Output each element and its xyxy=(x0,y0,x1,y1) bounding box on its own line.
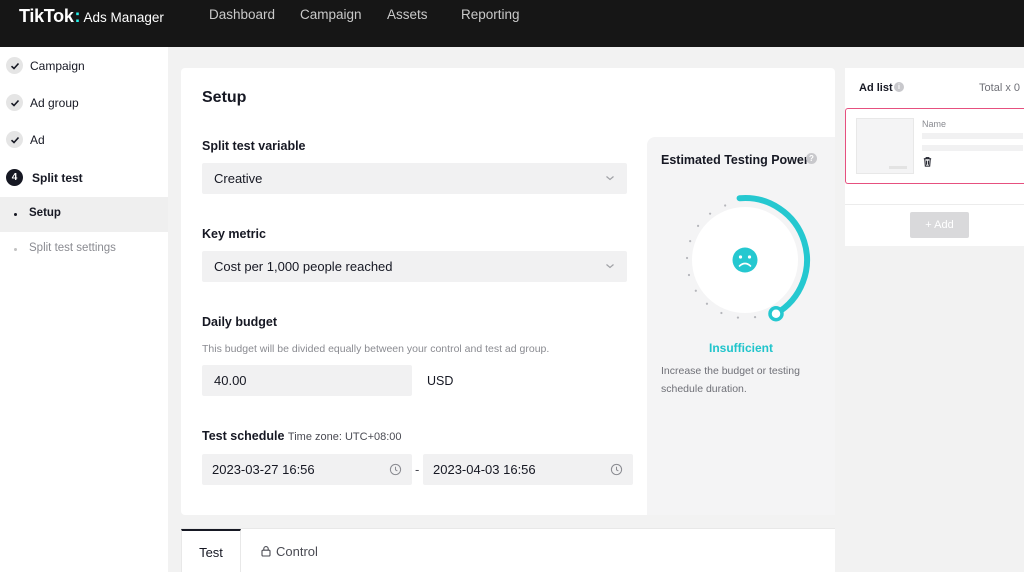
testing-power-description: Increase the budget or testing schedule … xyxy=(661,365,800,395)
split-test-variable-select[interactable]: Creative xyxy=(202,163,627,194)
key-metric-select[interactable]: Cost per 1,000 people reached xyxy=(202,251,627,282)
start-date-value: 2023-03-27 16:56 xyxy=(212,462,315,477)
schedule-label-text: Test schedule xyxy=(202,429,285,443)
clock-icon xyxy=(610,463,623,476)
testing-power-gauge xyxy=(685,195,810,322)
step-label: Split test xyxy=(32,171,83,185)
brand-colon: : xyxy=(74,6,81,26)
sidebar-substep-split-test-settings[interactable]: Split test settings xyxy=(0,232,168,267)
gauge-track-dot xyxy=(696,224,700,228)
step-label: Campaign xyxy=(30,59,85,73)
end-date-picker[interactable]: 2023-04-03 16:56 xyxy=(423,454,633,485)
ad-name-placeholder-line xyxy=(922,133,1023,139)
gauge-track-dot xyxy=(687,273,691,277)
brand-name: TikTok xyxy=(19,6,74,26)
step-number-badge: 4 xyxy=(6,169,23,186)
ad-group-tabs: Test Control xyxy=(181,528,835,572)
timezone-label: Time zone: UTC+08:00 xyxy=(287,431,402,443)
sidebar-step-campaign[interactable]: Campaign xyxy=(0,48,168,84)
gauge-track-dot xyxy=(753,316,757,319)
add-ad-button[interactable]: + Add xyxy=(910,212,969,238)
testing-power-panel: Estimated Testing Power ? Insufficient I… xyxy=(647,137,835,515)
date-range-separator: - xyxy=(415,462,420,477)
nav-campaign[interactable]: Campaign xyxy=(300,7,362,22)
step-label: Ad group xyxy=(30,96,79,110)
tab-test[interactable]: Test xyxy=(181,529,241,572)
ad-card[interactable]: Name xyxy=(845,108,1024,184)
sidebar-step-split-test[interactable]: 4 Split test xyxy=(0,160,168,196)
brand-logo[interactable]: TikTok : Ads Manager xyxy=(19,6,164,27)
gauge-track-dot xyxy=(736,316,740,319)
check-icon xyxy=(6,131,23,148)
check-icon xyxy=(6,57,23,74)
tab-control[interactable]: Control xyxy=(260,529,318,572)
gauge-track-dot xyxy=(724,204,727,207)
gauge-track-dot xyxy=(685,256,689,260)
gauge-track-dot xyxy=(720,311,723,315)
substep-label: Split test settings xyxy=(29,242,116,254)
gauge-track-dot xyxy=(689,240,692,243)
sad-face-icon xyxy=(732,247,758,273)
sidebar-step-ad-group[interactable]: Ad group xyxy=(0,85,168,121)
gauge-track-dot xyxy=(705,302,709,305)
daily-budget-label: Daily budget xyxy=(202,315,278,329)
sidebar-substep-setup[interactable]: Setup xyxy=(0,197,168,232)
top-bar: TikTok : Ads Manager Dashboard Campaign … xyxy=(0,0,1024,47)
chevron-down-icon xyxy=(606,176,614,181)
sidebar-step-ad[interactable]: Ad xyxy=(0,122,168,158)
daily-budget-input[interactable]: 40.00 xyxy=(202,365,412,396)
page-title: Setup xyxy=(202,89,247,106)
info-icon[interactable]: i xyxy=(894,82,904,92)
end-date-value: 2023-04-03 16:56 xyxy=(433,462,536,477)
select-value: Cost per 1,000 people reached xyxy=(214,259,393,274)
check-icon xyxy=(6,94,23,111)
select-value: Creative xyxy=(214,171,263,186)
product-name: Ads Manager xyxy=(83,10,164,25)
ad-total-count: Total x 0 xyxy=(979,82,1020,94)
currency-label: USD xyxy=(427,374,454,388)
ad-thumbnail-placeholder xyxy=(856,118,914,174)
nav-reporting[interactable]: Reporting xyxy=(461,7,520,22)
chevron-down-icon xyxy=(606,264,614,269)
budget-value: 40.00 xyxy=(214,373,247,388)
tab-control-label: Control xyxy=(276,543,318,559)
trash-icon[interactable] xyxy=(922,156,933,167)
ad-list-title: Ad list xyxy=(859,82,893,94)
lock-icon xyxy=(261,546,271,557)
gauge-track-dot xyxy=(694,289,697,292)
gauge-knob xyxy=(768,305,784,322)
nav-dashboard[interactable]: Dashboard xyxy=(209,7,275,22)
setup-card: Setup Split test variable Creative Key m… xyxy=(181,68,835,515)
start-date-picker[interactable]: 2023-03-27 16:56 xyxy=(202,454,412,485)
ad-name-label: Name xyxy=(922,119,947,129)
nav-assets[interactable]: Assets xyxy=(387,7,428,22)
step-label: Ad xyxy=(30,133,45,147)
key-metric-label: Key metric xyxy=(202,227,266,241)
substep-label: Setup xyxy=(29,207,61,219)
split-test-variable-label: Split test variable xyxy=(202,139,306,153)
budget-hint: This budget will be divided equally betw… xyxy=(202,343,550,355)
bullet-icon xyxy=(14,248,17,251)
ad-list-panel: Ad list i Total x 0 Name + Add xyxy=(845,68,1024,246)
gauge-track-dot xyxy=(708,212,712,215)
ad-name-placeholder-line xyxy=(922,145,1023,151)
bullet-icon xyxy=(14,213,17,216)
test-schedule-label: Test schedule Time zone: UTC+08:00 xyxy=(202,429,402,443)
sidebar: Campaign Ad group Ad 4 Split test Setup … xyxy=(0,47,168,572)
clock-icon xyxy=(389,463,402,476)
testing-power-status: Insufficient xyxy=(708,341,773,355)
divider xyxy=(845,204,1024,205)
